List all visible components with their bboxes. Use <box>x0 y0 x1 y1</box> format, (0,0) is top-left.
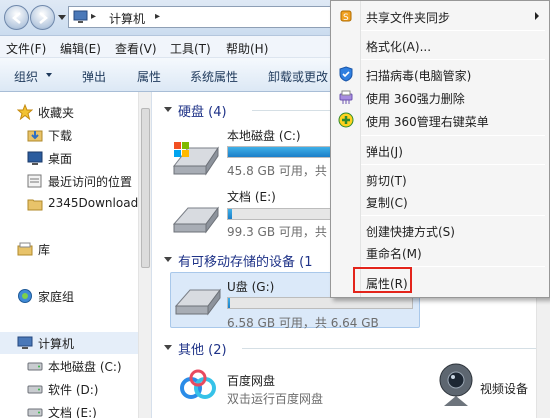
forward-arrow-icon <box>39 12 48 24</box>
menu-edit[interactable]: 编辑(E) <box>60 40 101 57</box>
group-title-removable[interactable]: 有可移动存储的设备 (1 <box>178 251 312 270</box>
collapse-other-icon[interactable] <box>164 345 172 350</box>
navpane-scrollbar[interactable] <box>138 92 151 418</box>
baidu-netdisk-desc: 双击运行百度网盘 <box>227 392 324 406</box>
drive-name-c: 本地磁盘 (C:) <box>227 129 301 143</box>
ctx-scan-virus[interactable]: 扫描病毒(电脑管家) <box>333 63 547 85</box>
context-menu-separator <box>361 215 545 216</box>
drive-usage-bar-g <box>227 297 413 309</box>
drive-name-g: U盘 (G:) <box>227 280 275 294</box>
context-menu-separator <box>361 135 545 136</box>
shredder-icon <box>339 90 353 104</box>
star-icon <box>17 104 33 120</box>
hard-drive-icon <box>27 385 43 394</box>
ctx-360-manage-menu[interactable]: 使用 360管理右键菜单 <box>333 109 547 131</box>
drive-usage-fill-g <box>228 298 230 308</box>
group-divider <box>242 348 536 349</box>
system-properties-button[interactable]: 系统属性 <box>190 68 238 85</box>
svg-text:S: S <box>343 13 349 23</box>
homegroup-icon <box>18 289 32 303</box>
breadcrumb-computer[interactable]: 计算机 <box>109 10 145 27</box>
shield-icon <box>339 66 353 82</box>
baidu-netdisk-name: 百度网盘 <box>227 374 276 388</box>
address-bar[interactable]: ▸ 计算机 ▸ <box>68 6 368 28</box>
drive-info-e: 99.3 GB 可用，共 1 <box>227 225 339 239</box>
ctx-cut[interactable]: 剪切(T) <box>333 168 547 190</box>
plus-circle-icon <box>338 112 354 128</box>
properties-highlight-box <box>353 267 412 293</box>
context-menu-separator <box>361 164 545 165</box>
navpane-scrollbar-thumb[interactable] <box>141 108 150 268</box>
recent-pages-dropdown[interactable] <box>58 15 66 20</box>
folder-icon <box>27 199 43 211</box>
collapse-removable-icon[interactable] <box>164 257 172 262</box>
ctx-create-shortcut[interactable]: 创建快捷方式(S) <box>333 219 547 241</box>
sync-app-icon: S <box>340 10 352 23</box>
desktop-icon <box>27 151 43 165</box>
menu-help[interactable]: 帮助(H) <box>226 40 268 57</box>
menu-view[interactable]: 查看(V) <box>115 40 157 57</box>
video-device-name: 视频设备 <box>480 382 529 396</box>
windows-drive-icon <box>172 142 219 176</box>
group-title-other[interactable]: 其他 (2) <box>178 339 227 358</box>
ctx-format[interactable]: 格式化(A)... <box>333 34 547 56</box>
back-button[interactable] <box>4 5 29 30</box>
hard-drive-icon <box>172 206 219 234</box>
back-arrow-icon <box>12 12 21 24</box>
properties-button[interactable]: 属性 <box>137 68 161 85</box>
forward-button[interactable] <box>30 5 55 30</box>
recent-places-icon <box>27 174 42 188</box>
drive-usage-fill-e <box>228 209 232 219</box>
drive-info-g: 6.58 GB 可用，共 6.64 GB <box>227 316 379 330</box>
context-menu-separator <box>361 59 545 60</box>
menu-tools[interactable]: 工具(T) <box>170 40 211 57</box>
drive-info-c: 45.8 GB 可用，共 8 <box>227 164 339 178</box>
ctx-copy[interactable]: 复制(C) <box>333 190 547 212</box>
webcam-icon <box>439 363 473 406</box>
usb-drive-icon <box>174 288 221 316</box>
submenu-arrow-icon <box>535 12 539 20</box>
ctx-share-sync[interactable]: S 共享文件夹同步 <box>333 5 547 27</box>
menu-file[interactable]: 文件(F) <box>6 40 46 57</box>
organize-button[interactable]: 组织 <box>14 68 38 85</box>
uninstall-button[interactable]: 卸载或更改 <box>268 68 328 85</box>
hard-drive-icon <box>27 362 43 371</box>
computer-icon <box>17 336 33 349</box>
eject-button[interactable]: 弹出 <box>82 68 106 85</box>
computer-icon <box>73 10 88 23</box>
navigation-pane: 收藏夹 下载 桌面 最近访问的位置 2345Downloads 库 家庭组 计算… <box>0 92 152 418</box>
context-menu: S 共享文件夹同步 格式化(A)... 扫描病毒(电脑管家) 使用 360强力删… <box>330 0 550 298</box>
breadcrumb-separator-icon[interactable]: ▸ <box>91 11 96 22</box>
downloads-folder-icon <box>27 130 43 142</box>
ctx-360-force-delete[interactable]: 使用 360强力删除 <box>333 86 547 108</box>
organize-dropdown-icon <box>46 73 52 77</box>
baidu-netdisk-icon <box>180 369 216 399</box>
collapse-hdd-icon[interactable] <box>164 107 172 112</box>
ctx-eject[interactable]: 弹出(J) <box>333 139 547 161</box>
hard-drive-icon <box>27 408 43 417</box>
group-title-hdd[interactable]: 硬盘 (4) <box>178 101 227 120</box>
library-icon <box>17 242 33 256</box>
ctx-rename[interactable]: 重命名(M) <box>333 241 547 263</box>
context-menu-separator <box>361 30 545 31</box>
drive-name-e: 文档 (E:) <box>227 190 276 204</box>
breadcrumb-separator-icon[interactable]: ▸ <box>155 11 160 22</box>
